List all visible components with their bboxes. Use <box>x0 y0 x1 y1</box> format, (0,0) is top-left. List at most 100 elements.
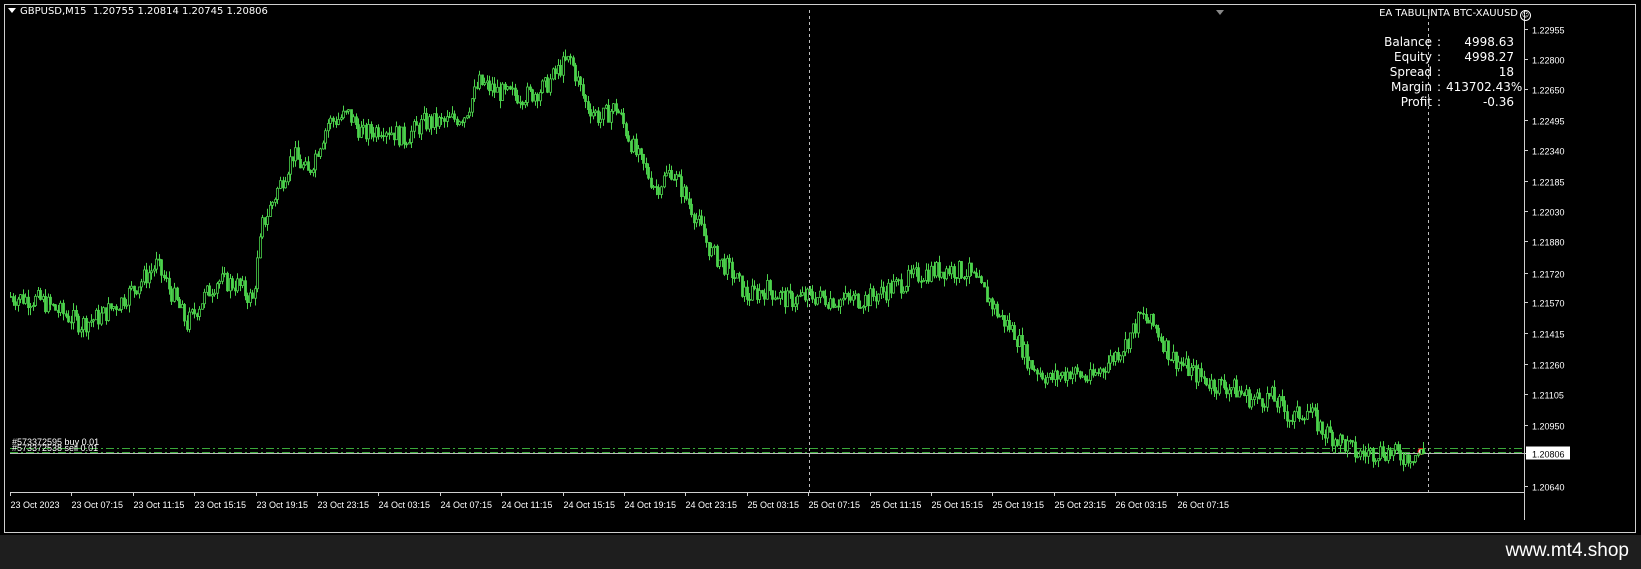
candle-body <box>582 84 585 96</box>
price-tick-label: 1.21880 <box>1532 238 1565 248</box>
candle-body <box>1107 362 1110 373</box>
candle-body <box>304 161 307 166</box>
candle-body <box>178 299 181 309</box>
candle-body <box>208 285 211 297</box>
candle-body <box>1134 323 1137 334</box>
candle-body <box>1081 375 1084 378</box>
candle-body <box>1392 449 1395 457</box>
candle-body <box>864 294 867 307</box>
time-tick-label: 23 Oct 11:15 <box>134 500 185 510</box>
candle-body <box>769 280 772 292</box>
candle-body <box>125 304 128 307</box>
symbol-caption[interactable]: GBPUSD,M15 1.20755 1.20814 1.20745 1.208… <box>8 6 268 17</box>
candle-body <box>1220 378 1223 381</box>
candle-body <box>1160 336 1163 342</box>
price-chart[interactable]: 1.22955 1.22800 1.22650 1.22495 1.22340 1.221… <box>10 10 1602 520</box>
candle-body <box>198 308 201 317</box>
candle-body <box>872 288 875 297</box>
candle-body <box>1041 372 1044 380</box>
candle-body <box>140 281 143 288</box>
candle-body <box>1245 389 1248 397</box>
candle-body <box>738 273 741 277</box>
candle-body <box>1417 453 1420 456</box>
candle-body <box>1369 448 1372 452</box>
candle-body <box>385 132 388 137</box>
candle-body <box>1240 390 1243 394</box>
candle-body <box>1261 398 1264 407</box>
candle-body <box>49 296 52 305</box>
candle-body <box>271 201 274 206</box>
candle-body <box>794 303 797 308</box>
candle-body <box>996 303 999 317</box>
candle-body <box>312 169 315 173</box>
candle-body <box>34 295 37 306</box>
candle-body <box>859 307 862 309</box>
candle-body <box>1225 387 1228 395</box>
candle-body <box>403 126 406 145</box>
candle-body <box>1351 440 1354 443</box>
candle-body <box>771 290 774 300</box>
candle-body <box>811 291 814 300</box>
candle-body <box>536 93 539 102</box>
candle-body <box>410 130 413 143</box>
account-row-margin: Margin:413702.43% <box>1370 80 1522 95</box>
candle-body <box>713 245 716 249</box>
candle-body <box>1013 325 1016 341</box>
candle-body <box>1263 405 1266 408</box>
candle-body <box>892 281 895 294</box>
candle-body <box>834 305 837 308</box>
candle-body <box>816 297 819 305</box>
candle-body <box>289 156 292 175</box>
candle-body <box>62 302 65 315</box>
candle-body <box>572 57 575 66</box>
candle-body <box>256 257 259 290</box>
candle-body <box>642 153 645 164</box>
account-value: 4998.63 <box>1464 35 1514 49</box>
candle-body <box>1162 340 1165 353</box>
candle-body <box>244 280 247 297</box>
order-label-sell[interactable]: #573372538 sell 0.01 <box>12 443 98 453</box>
candle-body <box>382 135 385 138</box>
candle-body <box>226 272 229 292</box>
time-tick-label: 25 Oct 15:15 <box>932 500 984 510</box>
candle-body <box>731 261 734 279</box>
candle-body <box>425 112 428 130</box>
candle-body <box>309 169 312 173</box>
candle-body <box>665 172 668 177</box>
candle-body <box>1288 419 1291 422</box>
candle-body <box>781 290 784 293</box>
time-tick-label: 24 Oct 07:15 <box>441 500 493 510</box>
candle-body <box>733 277 736 280</box>
candle-body <box>849 296 852 301</box>
close-value: 1.20806 <box>226 6 268 17</box>
price-tick-label: 1.22340 <box>1532 147 1565 157</box>
candle-body <box>352 116 355 123</box>
candle-body <box>1124 339 1127 353</box>
candle-body <box>516 95 519 104</box>
candle-body <box>138 286 141 295</box>
candle-body <box>1157 327 1160 338</box>
candle-body <box>1205 377 1208 386</box>
candle-body <box>1099 368 1102 374</box>
candle-body <box>453 113 456 120</box>
candle-body <box>165 277 168 279</box>
candle-body <box>998 315 1001 318</box>
candle-body <box>1316 409 1319 432</box>
candle-body <box>54 304 57 311</box>
candle-body <box>970 262 973 273</box>
candle-body <box>1329 426 1332 433</box>
candle-body <box>1218 378 1221 394</box>
chart-shift-icon <box>1216 10 1224 15</box>
smiley-icon: ☺ <box>1520 10 1531 21</box>
time-tick-label: 23 Oct 07:15 <box>72 500 124 510</box>
candle-body <box>1182 363 1185 366</box>
candle-body <box>284 181 287 189</box>
time-tick-label: 23 Oct 15:15 <box>195 500 247 510</box>
candle-body <box>1384 455 1387 461</box>
candle-body <box>448 116 451 119</box>
dropdown-triangle-icon[interactable] <box>8 8 16 13</box>
candle-body <box>1336 439 1339 446</box>
candle-body <box>559 64 562 76</box>
candle-body <box>347 109 350 112</box>
candle-body <box>102 307 105 314</box>
